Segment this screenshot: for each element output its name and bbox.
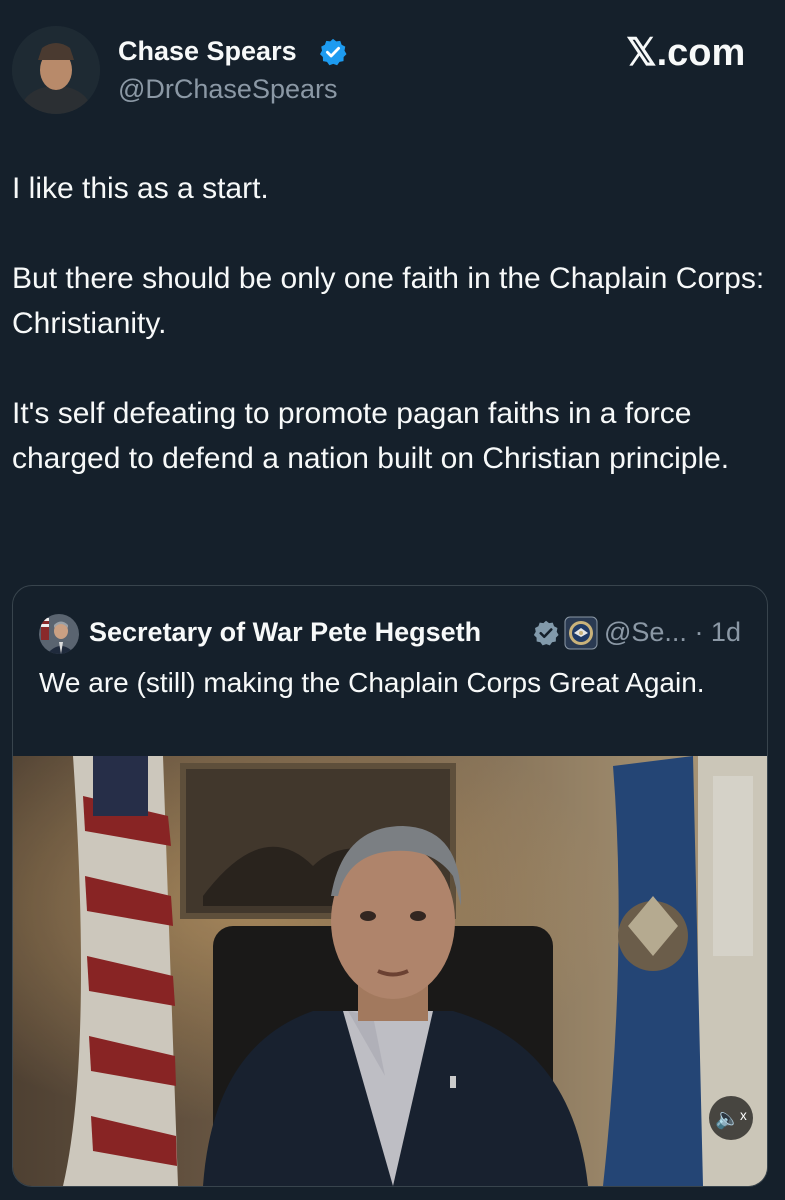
author-name[interactable]: Chase Spears bbox=[118, 36, 297, 67]
quoted-handle-time[interactable]: @Se... · 1d bbox=[604, 617, 741, 648]
tweet-paragraph: But there should be only one faith in th… bbox=[12, 262, 765, 340]
quoted-profile-photo-icon bbox=[39, 614, 79, 654]
x-logo: 𝕏.com bbox=[626, 32, 746, 74]
video-frame-icon bbox=[13, 756, 767, 1186]
video-thumbnail[interactable]: 🔈ˣ bbox=[13, 756, 767, 1186]
tweet-paragraph: I like this as a start. bbox=[12, 172, 269, 205]
verified-icon bbox=[320, 38, 347, 66]
department-seal-icon bbox=[564, 616, 598, 650]
quoted-tweet-text: We are (still) making the Chaplain Corps… bbox=[39, 667, 705, 698]
mute-button[interactable]: 🔈ˣ bbox=[709, 1096, 753, 1140]
quoted-tweet-card[interactable]: Secretary of War Pete Hegseth @Se... · 1… bbox=[12, 585, 768, 1187]
tweet-paragraph: It's self defeating to promote pagan fai… bbox=[12, 397, 730, 475]
author-avatar[interactable] bbox=[12, 26, 100, 114]
volume-muted-icon: 🔈ˣ bbox=[715, 1107, 747, 1130]
tweet-header: Chase Spears @DrChaseSpears 𝕏.com bbox=[0, 0, 785, 130]
profile-photo-icon bbox=[12, 26, 100, 114]
quoted-author-avatar[interactable] bbox=[39, 614, 79, 654]
tweet-body: I like this as a start. But there should… bbox=[12, 166, 777, 481]
gray-verified-icon bbox=[533, 620, 559, 646]
author-handle[interactable]: @DrChaseSpears bbox=[118, 74, 338, 105]
quoted-author-name[interactable]: Secretary of War Pete Hegseth bbox=[89, 617, 481, 648]
